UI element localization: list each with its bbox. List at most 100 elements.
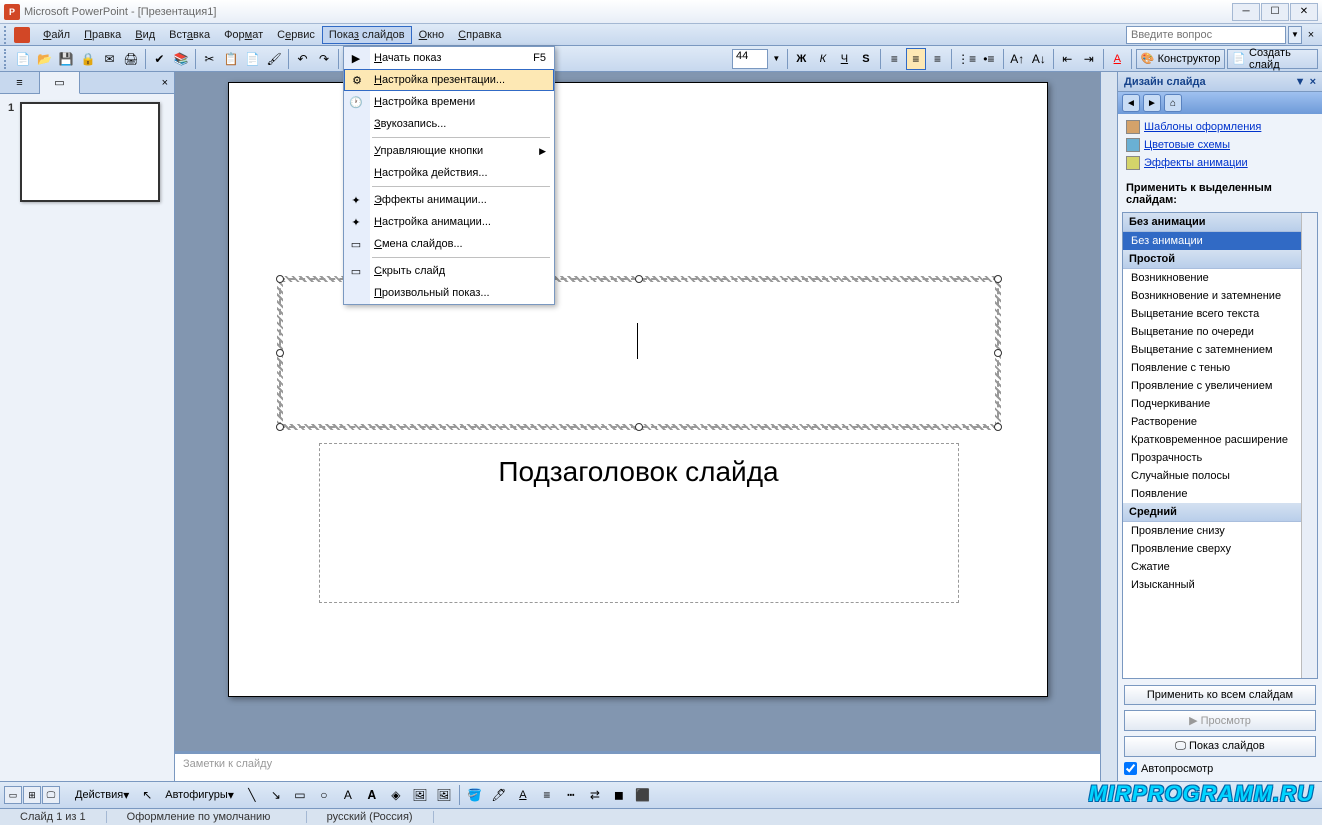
menu-item[interactable]: ✦Настройка анимации... [344,211,554,233]
list-scrollbar[interactable] [1301,213,1317,678]
menu-item[interactable]: ▭Скрыть слайд [344,260,554,282]
underline-button[interactable]: Ч [835,48,855,70]
menu-item[interactable]: Управляющие кнопки▶ [344,140,554,162]
menu-item[interactable]: ⚙Настройка презентации... [344,69,554,91]
menu-item[interactable]: ▶Начать показF5 [344,47,554,69]
slideshow-button[interactable]: 🖵 Показ слайдов [1124,736,1316,757]
font-color-button-2[interactable]: A [512,784,534,806]
align-left-button[interactable]: ≡ [885,48,905,70]
link-color-schemes[interactable]: Цветовые схемы [1126,138,1314,152]
line-style-button[interactable]: ≡ [536,784,558,806]
anim-item[interactable]: Выцветание всего текста [1123,305,1317,323]
resize-handle-ne[interactable] [994,275,1002,283]
nav-back-button[interactable]: ◄ [1122,94,1140,112]
help-close-icon[interactable]: × [1304,28,1318,42]
align-center-button[interactable]: ≡ [906,48,926,70]
anim-item[interactable]: Кратковременное расширение [1123,431,1317,449]
cut-button[interactable]: ✂ [200,48,220,70]
slide-thumbnail[interactable] [20,102,160,202]
format-painter-button[interactable]: 🖌 [264,48,284,70]
preview-button[interactable]: ▶ Просмотр [1124,710,1316,731]
spell-button[interactable]: ✔ [150,48,170,70]
anim-item[interactable]: Изысканный [1123,576,1317,594]
arrow-button[interactable]: ↘ [265,784,287,806]
menu-format[interactable]: Формат [217,26,270,44]
dash-style-button[interactable]: ┅ [560,784,582,806]
menu-tools[interactable]: Сервис [270,26,322,44]
normal-view-button[interactable]: ▭ [4,786,22,804]
menu-item[interactable]: Произвольный показ... [344,282,554,304]
apply-all-button[interactable]: Применить ко всем слайдам [1124,685,1316,705]
constructor-button[interactable]: 🎨 Конструктор [1136,49,1225,69]
maximize-button[interactable]: ☐ [1261,3,1289,21]
minimize-button[interactable]: ─ [1232,3,1260,21]
menu-window[interactable]: Окно [412,26,452,44]
link-animation-effects[interactable]: Эффекты анимации [1126,156,1314,170]
anim-item[interactable]: Растворение [1123,413,1317,431]
redo-button[interactable]: ↷ [314,48,334,70]
wordart-button[interactable]: 𝐀 [361,784,383,806]
nav-forward-button[interactable]: ► [1143,94,1161,112]
resize-handle-n[interactable] [635,275,643,283]
anim-item[interactable]: Проявление с увеличением [1123,377,1317,395]
shadow-style-button[interactable]: ◼ [608,784,630,806]
font-size-selector[interactable]: 44 [732,49,768,69]
anim-item[interactable]: Выцветание по очереди [1123,323,1317,341]
menu-help[interactable]: Справка [451,26,508,44]
taskpane-close-icon[interactable]: × [1310,76,1316,88]
new-button[interactable]: 📄 [14,48,34,70]
decrease-indent-button[interactable]: ⇤ [1058,48,1078,70]
resize-handle-w[interactable] [276,349,284,357]
arrow-style-button[interactable]: ⇄ [584,784,606,806]
print-button[interactable]: 🖨 [121,48,141,70]
clipart-button[interactable]: 🖼 [409,784,431,806]
copy-button[interactable]: 📋 [221,48,241,70]
line-color-button[interactable]: 🖊 [488,784,510,806]
anim-item[interactable]: Возникновение и затемнение [1123,287,1317,305]
anim-item[interactable]: Возникновение [1123,269,1317,287]
vertical-scrollbar[interactable] [1100,72,1117,781]
menu-edit[interactable]: Правка [77,26,128,44]
3d-style-button[interactable]: ⬛ [632,784,654,806]
rectangle-button[interactable]: ▭ [289,784,311,806]
autoshapes-menu[interactable]: Автофигуры ▾ [160,784,239,806]
menu-file[interactable]: Файл [36,26,77,44]
research-button[interactable]: 📚 [171,48,191,70]
slideshow-view-button[interactable]: 🖵 [42,786,60,804]
menu-insert[interactable]: Вставка [162,26,217,44]
anim-item[interactable]: Проявление сверху [1123,540,1317,558]
tab-slides[interactable]: ▭ [40,72,80,94]
bullets-button[interactable]: •≡ [979,48,999,70]
tab-outline[interactable]: ≡ [0,72,40,94]
font-color-button[interactable]: A [1107,48,1127,70]
decrease-font-button[interactable]: A↓ [1029,48,1049,70]
link-templates[interactable]: Шаблоны оформления [1126,120,1314,134]
menu-item[interactable]: Звукозапись... [344,113,554,135]
resize-handle-nw[interactable] [276,275,284,283]
anim-item[interactable]: Проявление снизу [1123,522,1317,540]
increase-indent-button[interactable]: ⇥ [1079,48,1099,70]
nav-home-button[interactable]: ⌂ [1164,94,1182,112]
help-dropdown-icon[interactable]: ▼ [1288,26,1302,44]
shadow-button[interactable]: S [856,48,876,70]
animation-list[interactable]: Без анимацииБез анимацииПростойВозникнов… [1122,212,1318,679]
menu-view[interactable]: Вид [128,26,162,44]
increase-font-button[interactable]: A↑ [1008,48,1028,70]
picture-button[interactable]: 🖼 [433,784,455,806]
help-input[interactable] [1126,26,1286,44]
anim-item[interactable]: Появление с тенью [1123,359,1317,377]
align-right-button[interactable]: ≡ [928,48,948,70]
new-slide-button[interactable]: 📄 Создать слайд [1227,49,1318,69]
line-button[interactable]: ╲ [241,784,263,806]
mail-button[interactable]: ✉ [100,48,120,70]
menu-item[interactable]: Настройка действия... [344,162,554,184]
textbox-button[interactable]: A [337,784,359,806]
menu-item[interactable]: ✦Эффекты анимации... [344,189,554,211]
select-button[interactable]: ↖ [136,784,158,806]
panel-close-icon[interactable]: × [156,72,174,93]
resize-handle-s[interactable] [635,423,643,431]
fill-color-button[interactable]: 🪣 [464,784,486,806]
anim-item[interactable]: Случайные полосы [1123,467,1317,485]
menu-item[interactable]: 🕐Настройка времени [344,91,554,113]
anim-item[interactable]: Появление [1123,485,1317,503]
